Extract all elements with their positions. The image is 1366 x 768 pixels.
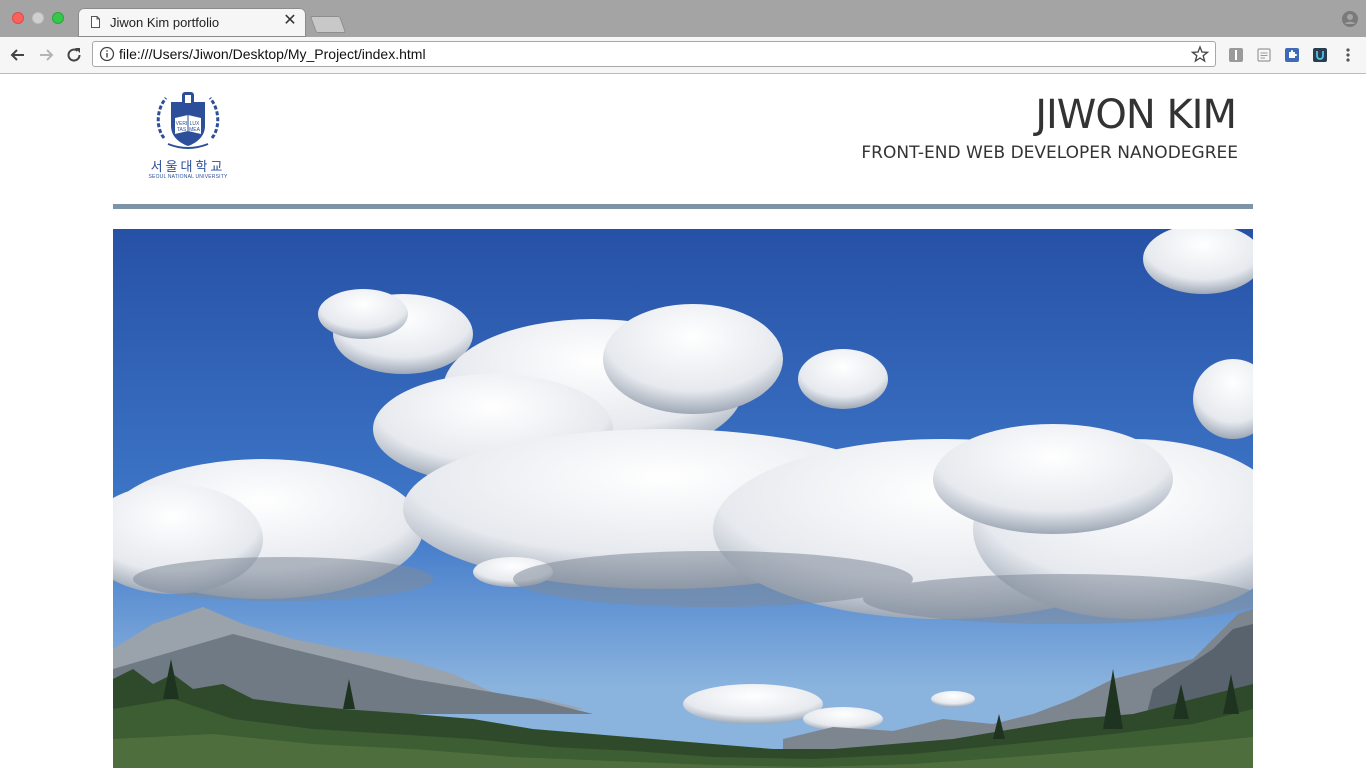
- page-content: VERI LUX TAS MEA 서울대학교 SEOUL NATIONAL UN…: [0, 74, 1366, 768]
- university-emblem: VERI LUX TAS MEA: [156, 92, 220, 149]
- page-subtitle: FRONT-END WEB DEVELOPER NANODEGREE: [861, 143, 1238, 163]
- udacity-extension-icon[interactable]: [1312, 47, 1328, 63]
- menu-icon[interactable]: [1340, 47, 1356, 63]
- logo-korean-name: 서울대학교: [150, 160, 226, 175]
- tab-title: Jiwon Kim portfolio: [110, 15, 220, 30]
- document-icon: [91, 16, 100, 28]
- info-icon[interactable]: [99, 46, 115, 62]
- puzzle-extension-icon[interactable]: [1284, 47, 1300, 63]
- extension-icon[interactable]: [1228, 47, 1244, 63]
- profile-icon[interactable]: [1342, 11, 1358, 27]
- browser-toolbar: file:///Users/Jiwon/Desktop/My_Project/i…: [0, 37, 1366, 74]
- url-text[interactable]: file:///Users/Jiwon/Desktop/My_Project/i…: [119, 46, 426, 62]
- star-icon[interactable]: [1191, 45, 1209, 63]
- close-icon[interactable]: ✕: [280, 11, 300, 31]
- university-logo: VERI LUX TAS MEA 서울대학교 SEOUL NATIONAL UN…: [144, 88, 232, 182]
- window-maximize-button[interactable]: [52, 12, 64, 24]
- header-divider: [113, 204, 1253, 209]
- tab-active[interactable]: Jiwon Kim portfolio ✕: [78, 8, 306, 37]
- reload-icon[interactable]: [64, 45, 84, 65]
- address-bar[interactable]: file:///Users/Jiwon/Desktop/My_Project/i…: [92, 41, 1216, 67]
- tab-strip: Jiwon Kim portfolio ✕: [0, 0, 1366, 37]
- logo-english-name: SEOUL NATIONAL UNIVERSITY: [148, 174, 228, 180]
- back-icon[interactable]: [8, 45, 28, 65]
- forward-icon[interactable]: [36, 45, 56, 65]
- svg-text:MEA: MEA: [189, 127, 201, 133]
- reader-extension-icon[interactable]: [1256, 47, 1272, 63]
- window-minimize-button[interactable]: [32, 12, 44, 24]
- hero-image: [113, 229, 1253, 768]
- svg-text:TAS: TAS: [177, 127, 187, 133]
- page-title: JIWON KIM: [1035, 92, 1237, 138]
- window-close-button[interactable]: [12, 12, 24, 24]
- new-tab-button[interactable]: [309, 16, 347, 33]
